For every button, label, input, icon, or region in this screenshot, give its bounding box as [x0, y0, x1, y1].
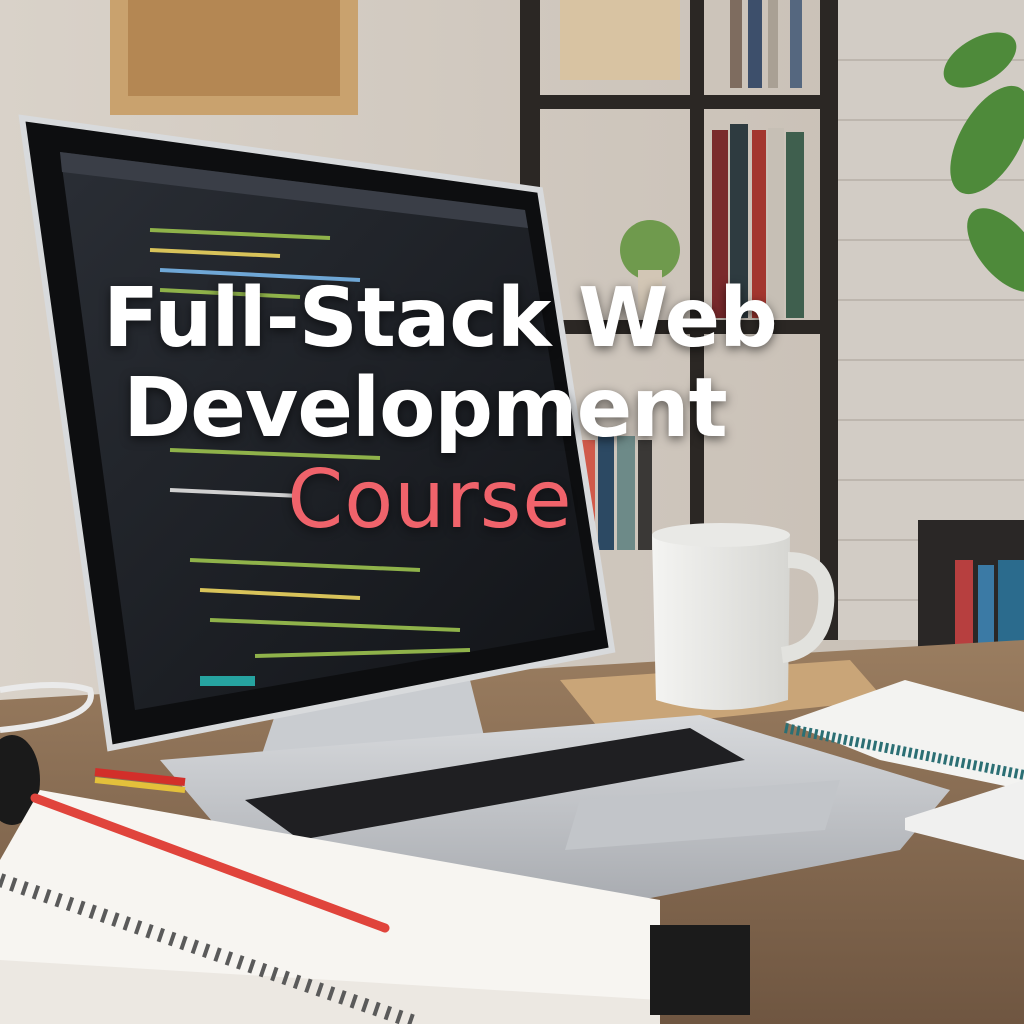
- title-line-2: Development: [123, 361, 728, 456]
- title-line-3-accent: Course: [287, 453, 573, 546]
- course-banner-photo: Full-Stack Web Development Course: [0, 0, 1024, 1024]
- title-line-1: Full-Stack Web: [103, 271, 778, 366]
- course-title: Full-Stack Web Development Course: [0, 278, 880, 540]
